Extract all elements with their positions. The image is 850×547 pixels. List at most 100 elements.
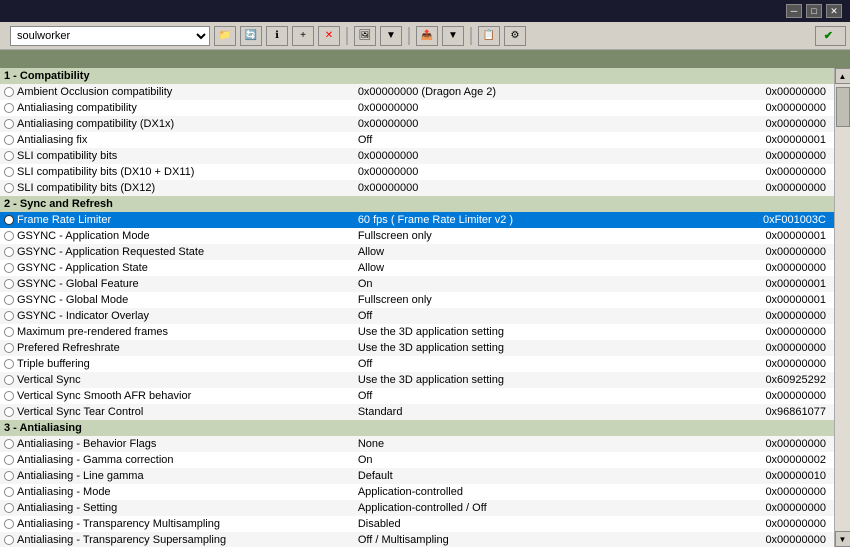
minimize-button[interactable]: ─: [786, 4, 802, 18]
row-hex-cell: 0x00000000: [682, 100, 834, 116]
row-radio-dot: [4, 407, 14, 417]
data-table: 1 - CompatibilityAmbient Occlusion compa…: [0, 68, 834, 547]
row-radio-dot: [4, 119, 14, 129]
scroll-thumb[interactable]: [836, 87, 850, 127]
table-row[interactable]: Triple bufferingOff0x00000000: [0, 356, 834, 372]
row-name-cell: GSYNC - Global Feature: [0, 276, 354, 292]
restore-button[interactable]: □: [806, 4, 822, 18]
table-row[interactable]: Vertical Sync Tear ControlStandard0x9686…: [0, 404, 834, 420]
table-row[interactable]: Antialiasing - Transparency Multisamplin…: [0, 516, 834, 532]
toolbar-separator-2: [408, 27, 410, 45]
row-hex-cell: 0x00000000: [682, 308, 834, 324]
row-name-cell: Vertical Sync Tear Control: [0, 404, 354, 420]
table-container[interactable]: 1 - CompatibilityAmbient Occlusion compa…: [0, 68, 834, 547]
toolbar-separator-1: [346, 27, 348, 45]
toolbar-icon-7[interactable]: 📤: [416, 26, 438, 46]
row-radio-dot: [4, 455, 14, 465]
row-hex-cell: 0x00000000: [682, 164, 834, 180]
row-radio-dot: [4, 519, 14, 529]
table-row[interactable]: Maximum pre-rendered framesUse the 3D ap…: [0, 324, 834, 340]
table-row[interactable]: GSYNC - Global FeatureOn0x00000001: [0, 276, 834, 292]
toolbar-icon-6[interactable]: ▼: [380, 26, 402, 46]
row-radio-dot: [4, 391, 14, 401]
table-row[interactable]: Antialiasing - Line gammaDefault0x000000…: [0, 468, 834, 484]
row-radio-dot: [4, 535, 14, 545]
table-row[interactable]: Antialiasing fixOff0x00000001: [0, 132, 834, 148]
table-row[interactable]: Antialiasing - Transparency Supersamplin…: [0, 532, 834, 547]
toolbar-icon-1[interactable]: 📁: [214, 26, 236, 46]
table-row[interactable]: SLI compatibility bits (DX10 + DX11) 0x00…: [0, 164, 834, 180]
table-row[interactable]: SLI compatibility bits (DX12)0x000000000…: [0, 180, 834, 196]
row-name-cell: Antialiasing - Line gamma: [0, 468, 354, 484]
toolbar-icon-9[interactable]: 📋: [478, 26, 500, 46]
row-radio-dot: [4, 231, 14, 241]
row-value-cell: On: [354, 452, 683, 468]
row-hex-cell: 0x00000000: [682, 84, 834, 100]
apply-changes-button[interactable]: ✔: [815, 26, 846, 46]
row-value-cell: On: [354, 276, 683, 292]
row-name-cell: SLI compatibility bits (DX10 + DX11): [0, 164, 354, 180]
table-row[interactable]: SLI compatibility bits0x000000000x000000…: [0, 148, 834, 164]
table-row[interactable]: Antialiasing - Behavior FlagsNone0x00000…: [0, 436, 834, 452]
row-radio-dot: [4, 375, 14, 385]
scroll-up-arrow[interactable]: ▲: [835, 68, 850, 84]
table-row[interactable]: Vertical SyncUse the 3D application sett…: [0, 372, 834, 388]
title-bar: ─ □ ✕: [0, 0, 850, 22]
row-name-cell: Vertical Sync Smooth AFR behavior: [0, 388, 354, 404]
row-name-cell: Prefered Refreshrate: [0, 340, 354, 356]
scrollbar[interactable]: ▲ ▼: [834, 68, 850, 547]
table-row[interactable]: GSYNC - Application Requested StateAllow…: [0, 244, 834, 260]
table-row[interactable]: Antialiasing - Gamma correctionOn0x00000…: [0, 452, 834, 468]
row-radio-dot: [4, 103, 14, 113]
row-hex-cell: 0x00000000: [682, 484, 834, 500]
section-header-row: 3 - Antialiasing: [0, 420, 834, 436]
profile-select[interactable]: soulworker: [10, 26, 210, 46]
row-value-cell: Use the 3D application setting: [354, 324, 683, 340]
row-name-cell: Maximum pre-rendered frames: [0, 324, 354, 340]
table-row[interactable]: Antialiasing compatibility (DX1x)0x00000…: [0, 116, 834, 132]
row-value-cell: 0x00000000 (Dragon Age 2): [354, 84, 683, 100]
row-name-cell: Antialiasing - Transparency Supersamplin…: [0, 532, 354, 547]
row-radio-dot: [4, 167, 14, 177]
row-name-cell: GSYNC - Global Mode: [0, 292, 354, 308]
table-row[interactable]: Ambient Occlusion compatibility0x0000000…: [0, 84, 834, 100]
row-radio-dot: [4, 183, 14, 193]
row-value-cell: 60 fps ( Frame Rate Limiter v2 ): [354, 212, 683, 228]
row-name-cell: Antialiasing compatibility: [0, 100, 354, 116]
row-value-cell: Off: [354, 388, 683, 404]
row-radio-dot: [4, 359, 14, 369]
toolbar-icon-10[interactable]: ⚙: [504, 26, 526, 46]
toolbar-icon-3[interactable]: ℹ: [266, 26, 288, 46]
toolbar-icon-delete[interactable]: ✕: [318, 26, 340, 46]
row-value-cell: Allow: [354, 244, 683, 260]
table-row[interactable]: Frame Rate Limiter60 fps ( Frame Rate Li…: [0, 212, 834, 228]
row-radio-dot: [4, 263, 14, 273]
toolbar-icon-5[interactable]: 🖼: [354, 26, 376, 46]
row-radio-dot: [4, 487, 14, 497]
row-value-cell: Use the 3D application setting: [354, 372, 683, 388]
row-hex-cell: 0x60925292: [682, 372, 834, 388]
apply-check-icon: ✔: [824, 29, 833, 42]
row-name-cell: Antialiasing compatibility (DX1x): [0, 116, 354, 132]
row-radio-dot: [4, 439, 14, 449]
row-name-cell: Antialiasing - Transparency Multisamplin…: [0, 516, 354, 532]
row-hex-cell: 0x00000000: [682, 324, 834, 340]
toolbar-icon-4[interactable]: +: [292, 26, 314, 46]
table-row[interactable]: Vertical Sync Smooth AFR behaviorOff0x00…: [0, 388, 834, 404]
table-row[interactable]: GSYNC - Global ModeFullscreen only0x0000…: [0, 292, 834, 308]
row-value-cell: Standard: [354, 404, 683, 420]
table-row[interactable]: GSYNC - Indicator OverlayOff0x00000000: [0, 308, 834, 324]
table-row[interactable]: GSYNC - Application StateAllow0x00000000: [0, 260, 834, 276]
table-row[interactable]: Antialiasing - SettingApplication-contro…: [0, 500, 834, 516]
table-row[interactable]: Antialiasing compatibility0x000000000x00…: [0, 100, 834, 116]
row-hex-cell: 0x00000001: [682, 292, 834, 308]
table-row[interactable]: GSYNC - Application ModeFullscreen only0…: [0, 228, 834, 244]
scroll-track[interactable]: [835, 84, 850, 531]
toolbar-icon-2[interactable]: 🔄: [240, 26, 262, 46]
table-row[interactable]: Prefered RefreshrateUse the 3D applicati…: [0, 340, 834, 356]
section-header-cell: 1 - Compatibility: [0, 68, 834, 84]
toolbar-icon-8[interactable]: ▼: [442, 26, 464, 46]
close-button[interactable]: ✕: [826, 4, 842, 18]
table-row[interactable]: Antialiasing - ModeApplication-controlle…: [0, 484, 834, 500]
scroll-down-arrow[interactable]: ▼: [835, 531, 850, 547]
